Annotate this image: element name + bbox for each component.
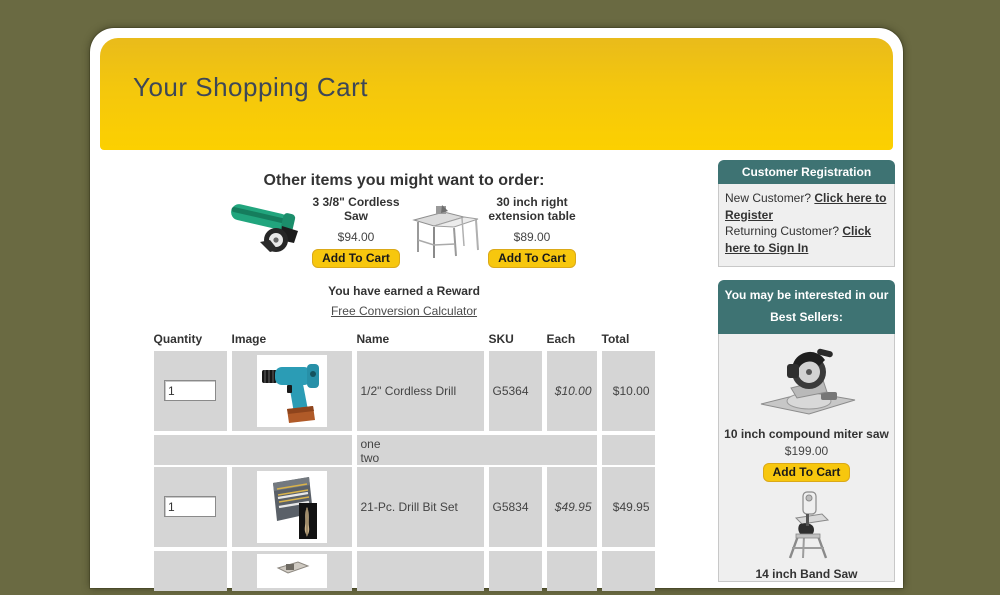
quantity-cell: [154, 351, 227, 431]
cordless-drill-image: [257, 355, 327, 427]
add-to-cart-button[interactable]: Add To Cart: [488, 249, 576, 268]
best-seller-price: $199.00: [723, 444, 890, 458]
column-header-quantity: Quantity: [154, 332, 227, 346]
empty-cell: [154, 435, 352, 466]
suggested-item-name: 30 inch right extension table: [482, 196, 582, 224]
best-sellers-panel: You may be interested in our Best Seller…: [718, 280, 895, 582]
quantity-input[interactable]: [164, 496, 216, 517]
item-total-price: $49.95: [602, 467, 655, 547]
registration-panel-body: New Customer? Click here to Register Ret…: [718, 184, 895, 267]
suggested-item-name: 3 3/8" Cordless Saw: [306, 196, 406, 224]
panel-gap: [718, 267, 895, 280]
image-cell: [232, 467, 352, 547]
note-line: two: [361, 451, 381, 465]
column-header-sku: SKU: [489, 332, 542, 346]
cordless-saw-image: [226, 200, 306, 263]
extension-table-image: [412, 200, 482, 267]
empty-cell: [547, 551, 597, 591]
suggested-item: 3 3/8" Cordless Saw $94.00 Add To Cart: [226, 194, 406, 268]
column-header-total: Total: [602, 332, 655, 346]
conversion-calculator-link[interactable]: Free Conversion Calculator: [331, 304, 477, 318]
page-title: Your Shopping Cart: [100, 38, 893, 103]
cart-row: 1/2" Cordless Drill G5364 $10.00 $10.00: [154, 351, 655, 431]
item-sku: G5364: [489, 351, 542, 431]
suggested-item-price: $89.00: [482, 230, 582, 244]
customer-registration-panel: Customer Registration New Customer? Clic…: [718, 160, 895, 267]
empty-cell: [602, 551, 655, 591]
cart-row-partial: [154, 551, 655, 591]
best-seller-name: 14 inch Band Saw: [723, 567, 890, 581]
page-header-banner: Your Shopping Cart: [100, 38, 893, 150]
suggested-item-price: $94.00: [306, 230, 406, 244]
returning-customer-text: Returning Customer?: [725, 224, 842, 238]
item-name: 21-Pc. Drill Bit Set: [357, 467, 484, 547]
image-cell: [232, 351, 352, 431]
empty-cell: [357, 551, 484, 591]
quantity-cell: [154, 551, 227, 591]
band-saw-image: [723, 490, 890, 563]
cart-table-header: Quantity Image Name SKU Each Total: [154, 332, 655, 346]
suggested-item-info: 3 3/8" Cordless Saw $94.00 Add To Cart: [306, 194, 406, 268]
cart-table: Quantity Image Name SKU Each Total: [154, 332, 655, 591]
cart-page-container: Your Shopping Cart Other items you might…: [90, 28, 903, 588]
cart-note-row: one two: [154, 435, 655, 463]
column-header-each: Each: [547, 332, 597, 346]
item-sku: G5834: [489, 467, 542, 547]
note-line: one: [361, 437, 381, 451]
quantity-cell: [154, 467, 227, 547]
item-each-price: $49.95: [547, 467, 597, 547]
main-content: Other items you might want to order:: [90, 160, 718, 595]
suggested-item: 30 inch right extension table $89.00 Add…: [412, 194, 582, 268]
column-header-image: Image: [232, 332, 352, 346]
product-image: [257, 554, 327, 588]
add-to-cart-button[interactable]: Add To Cart: [763, 463, 851, 482]
image-cell: [232, 551, 352, 591]
best-sellers-body: 10 inch compound miter saw $199.00 Add T…: [718, 334, 895, 582]
column-header-name: Name: [357, 332, 484, 346]
drill-bit-set-image: [257, 471, 327, 543]
item-total-price: $10.00: [602, 351, 655, 431]
registration-panel-title: Customer Registration: [718, 160, 895, 184]
item-each-price: $10.00: [547, 351, 597, 431]
quantity-input[interactable]: [164, 380, 216, 401]
reward-message: You have earned a Reward: [90, 284, 718, 298]
suggestions-row: 3 3/8" Cordless Saw $94.00 Add To Cart: [90, 194, 718, 268]
note-cell: one two: [357, 435, 597, 466]
empty-cell: [602, 435, 655, 466]
suggestions-heading: Other items you might want to order:: [90, 172, 718, 190]
best-seller-name: 10 inch compound miter saw: [723, 427, 890, 441]
new-customer-text: New Customer?: [725, 191, 814, 205]
suggested-item-info: 30 inch right extension table $89.00 Add…: [482, 194, 582, 268]
cart-row: 21-Pc. Drill Bit Set G5834 $49.95 $49.95: [154, 467, 655, 547]
empty-cell: [489, 551, 542, 591]
best-sellers-title: You may be interested in our Best Seller…: [718, 280, 895, 334]
add-to-cart-button[interactable]: Add To Cart: [312, 249, 400, 268]
sidebar: Customer Registration New Customer? Clic…: [718, 160, 895, 582]
miter-saw-image: [723, 344, 890, 423]
item-name: 1/2" Cordless Drill: [357, 351, 484, 431]
reward-link-wrap: Free Conversion Calculator: [90, 302, 718, 320]
